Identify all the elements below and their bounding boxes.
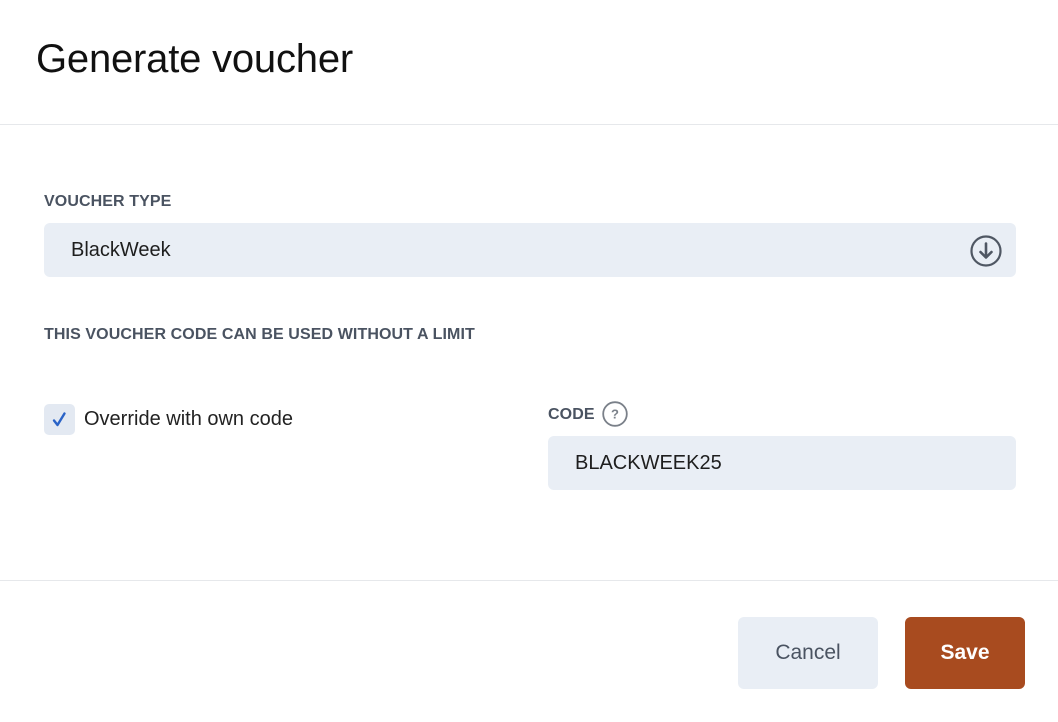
code-input[interactable] (548, 436, 1016, 490)
save-button[interactable]: Save (905, 617, 1025, 689)
dialog-footer (0, 580, 1058, 722)
usage-limit-info: THIS VOUCHER CODE CAN BE USED WITHOUT A … (44, 326, 475, 343)
voucher-type-label: VOUCHER TYPE (44, 193, 172, 210)
override-checkbox-label[interactable]: Override with own code (84, 408, 293, 430)
code-label: CODE (548, 406, 595, 423)
voucher-type-value: BlackWeek (71, 239, 171, 261)
generate-voucher-dialog: Generate voucher VOUCHER TYPE BlackWeek … (0, 0, 1058, 722)
checkmark-icon (52, 412, 66, 427)
svg-text:?: ? (611, 407, 619, 422)
dialog-title: Generate voucher (36, 37, 353, 81)
question-circle-icon[interactable]: ? (602, 401, 628, 427)
cancel-button[interactable]: Cancel (738, 617, 878, 689)
dialog-header: Generate voucher (0, 0, 1058, 125)
arrow-down-circle-icon[interactable] (970, 235, 1002, 267)
voucher-type-select[interactable]: BlackWeek (44, 223, 1016, 277)
override-checkbox[interactable] (44, 404, 75, 435)
